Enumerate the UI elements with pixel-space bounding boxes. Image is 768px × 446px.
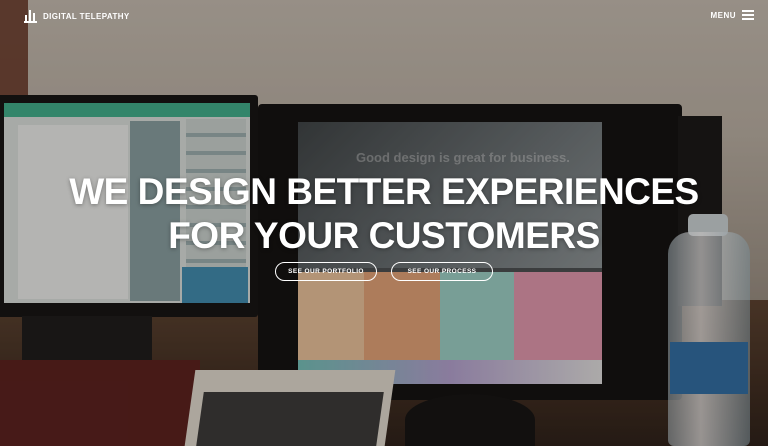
hero-headline-line-2: FOR YOUR CUSTOMERS — [168, 215, 600, 256]
see-portfolio-button[interactable]: SEE OUR PORTFOLIO — [275, 262, 377, 281]
menu-label: MENU — [710, 10, 736, 20]
hamburger-icon — [742, 10, 754, 20]
cta-group: SEE OUR PORTFOLIO SEE OUR PROCESS — [0, 262, 768, 281]
see-process-button[interactable]: SEE OUR PROCESS — [391, 262, 493, 281]
hero-headline-line-1: WE DESIGN BETTER EXPERIENCES — [69, 171, 699, 212]
site-logo[interactable]: DIGITAL TELEPATHY — [24, 9, 130, 23]
site-header: DIGITAL TELEPATHY MENU — [0, 0, 768, 34]
logo-icon — [24, 9, 38, 23]
hero-headline: WE DESIGN BETTER EXPERIENCES FOR YOUR CU… — [0, 170, 768, 258]
menu-button[interactable]: MENU — [710, 10, 754, 20]
logo-text: DIGITAL TELEPATHY — [43, 11, 130, 21]
